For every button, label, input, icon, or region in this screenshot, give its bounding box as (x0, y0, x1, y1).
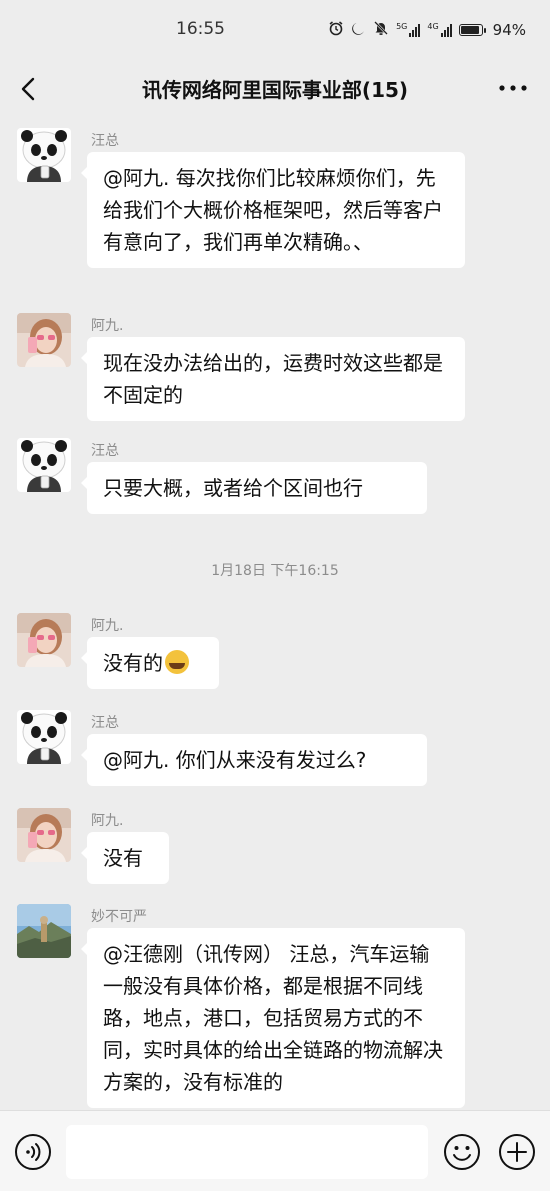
avatar[interactable] (17, 710, 71, 764)
more-options-button[interactable] (496, 77, 530, 99)
message-bubble[interactable]: @阿九. 你们从来没有发过么? (81, 734, 427, 786)
panda-avatar-icon (17, 438, 71, 492)
battery-percent: 94% (492, 21, 526, 39)
panda-avatar-icon (17, 128, 71, 182)
message-bubble[interactable]: 没有的 (81, 637, 219, 689)
plus-circle-icon (499, 1134, 535, 1170)
sender-name: 汪总 (91, 715, 119, 731)
message-bubble[interactable]: 只要大概，或者给个区间也行 (81, 462, 427, 514)
message-list[interactable]: 汪总 @阿九. 每次找你们比较麻烦你们，先给我们个大概价格框架吧，然后等客户有意… (0, 116, 550, 1110)
message-text: 没有的 (103, 651, 163, 675)
signal-5g-icon: 5G (396, 22, 421, 37)
battery-icon (458, 24, 486, 36)
sender-name: 阿九. (91, 318, 124, 334)
girl-avatar-icon (17, 808, 71, 862)
status-bar: 16:55 5G 4G 94% (0, 0, 550, 60)
panda-avatar-icon (17, 710, 71, 764)
voice-icon (15, 1134, 51, 1170)
more-functions-button[interactable] (498, 1133, 536, 1171)
message-timestamp: 1月18日 下午16:15 (211, 563, 339, 579)
status-time: 16:55 (176, 19, 225, 39)
alarm-icon (328, 20, 344, 40)
message-bubble[interactable]: 没有 (81, 832, 169, 884)
sender-name: 汪总 (91, 443, 119, 459)
girl-avatar-icon (17, 613, 71, 667)
voice-input-button[interactable] (14, 1133, 52, 1171)
message-bubble[interactable]: @汪德刚（讯传网） 汪总，汽车运输一般没有具体价格，都是根据不同线路，地点，港口… (81, 928, 465, 1108)
avatar[interactable] (17, 313, 71, 367)
more-dots-icon (499, 85, 527, 91)
avatar[interactable] (17, 808, 71, 862)
avatar[interactable] (17, 128, 71, 182)
moon-icon (351, 21, 366, 40)
smiley-icon (444, 1134, 480, 1170)
avatar[interactable] (17, 613, 71, 667)
laughing-crying-emoji-icon (165, 650, 189, 674)
mute-bell-icon (373, 20, 389, 40)
signal-4g-icon: 4G (427, 22, 452, 37)
landscape-avatar-icon (17, 904, 71, 958)
sender-name: 汪总 (91, 133, 119, 149)
input-bar (0, 1110, 550, 1191)
emoji-button[interactable] (443, 1133, 481, 1171)
message-bubble[interactable]: @阿九. 每次找你们比较麻烦你们，先给我们个大概价格框架吧，然后等客户有意向了，… (81, 152, 465, 268)
message-bubble[interactable]: 现在没办法给出的，运费时效这些都是不固定的 (81, 337, 465, 421)
sender-name: 阿九. (91, 813, 124, 829)
chat-title: 讯传网络阿里国际事业部(15) (141, 78, 409, 102)
sender-name: 妙不可严 (91, 909, 147, 925)
avatar[interactable] (17, 438, 71, 492)
girl-avatar-icon (17, 313, 71, 367)
sender-name: 阿九. (91, 618, 124, 634)
avatar[interactable] (17, 904, 71, 958)
status-icons: 5G 4G 94% (328, 18, 526, 42)
chat-header: 讯传网络阿里国际事业部(15) (0, 60, 550, 116)
message-input[interactable] (66, 1125, 428, 1179)
